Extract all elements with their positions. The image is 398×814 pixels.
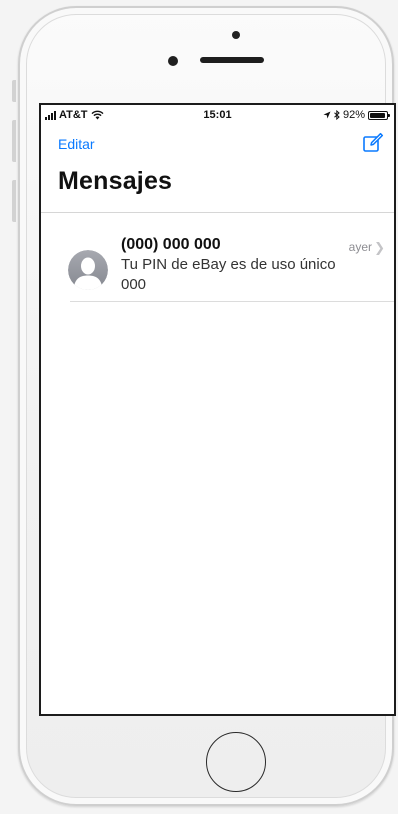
message-preview: Tu PIN de eBay es de uso único 000 [121, 256, 336, 293]
compose-icon[interactable] [362, 132, 384, 154]
product-shot: AT&T 15:01 92% Editar Mensajes (000) 000… [0, 0, 398, 814]
contact-name: (000) 000 000 [121, 236, 221, 253]
person-icon [68, 250, 108, 290]
location-arrow-icon [323, 111, 331, 119]
volume-up-button [12, 120, 16, 162]
carrier-label: AT&T [59, 109, 88, 121]
chevron-right-icon: ❯ [374, 240, 385, 255]
status-left: AT&T [45, 109, 104, 121]
wifi-icon [91, 110, 104, 120]
bluetooth-icon [334, 110, 340, 120]
row-divider [70, 301, 394, 302]
battery-level [370, 112, 385, 118]
battery-percent: 92% [342, 109, 365, 121]
home-button [206, 732, 266, 792]
contact-avatar [68, 250, 108, 290]
front-camera [232, 31, 240, 39]
mute-switch [12, 80, 16, 102]
phone-screen: AT&T 15:01 92% Editar Mensajes (000) 000… [39, 103, 396, 716]
signal-icon [45, 110, 56, 120]
nav-bar: Editar [41, 131, 394, 159]
edit-button[interactable]: Editar [58, 136, 95, 152]
message-time: ayer [348, 240, 372, 254]
earpiece-speaker [200, 57, 264, 63]
battery-icon [368, 110, 390, 120]
page-title: Mensajes [58, 167, 173, 195]
conversation-row[interactable]: (000) 000 000 Tu PIN de eBay es de uso ú… [41, 213, 394, 305]
status-bar: AT&T 15:01 92% [41, 105, 394, 125]
proximity-sensor [168, 56, 178, 66]
volume-down-button [12, 180, 16, 222]
status-right: 92% [323, 109, 390, 121]
